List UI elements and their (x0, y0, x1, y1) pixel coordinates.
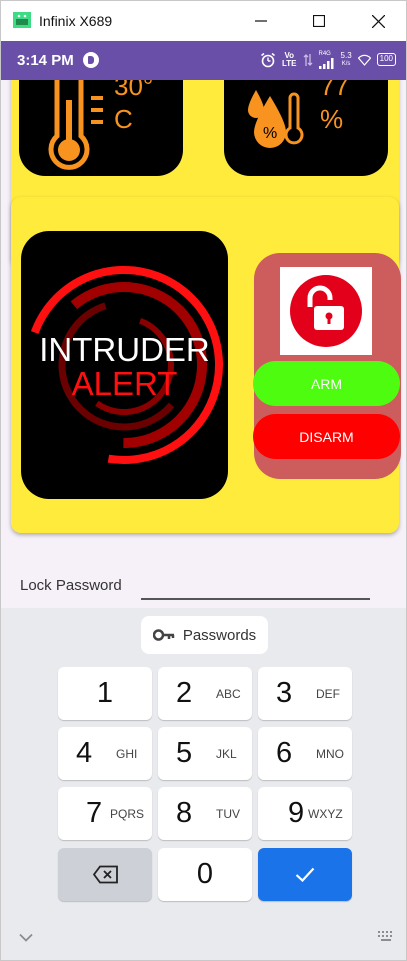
arm-control-panel: ARM DISARM (253, 253, 401, 479)
passwords-chip-label: Passwords (182, 626, 257, 644)
key-1[interactable]: 1 (58, 667, 152, 720)
key-4[interactable]: 4 GHI (58, 727, 152, 780)
key-4-letters: GHI (116, 747, 138, 761)
network-speed-value: 5.3 (340, 50, 352, 60)
window-title: Infinix X689 (39, 13, 113, 29)
key-6-number: 6 (276, 737, 293, 769)
battery-icon: 100 (376, 53, 396, 66)
key-0[interactable]: 0 (158, 848, 252, 901)
key-3[interactable]: 3 DEF (258, 667, 352, 720)
lock-password-input[interactable] (141, 598, 370, 600)
key-8-letters: TUV (216, 807, 240, 821)
alert-card: INTRUDER ALERT ARM DISARM (11, 197, 401, 533)
window-titlebar: Infinix X689 (1, 1, 406, 41)
network-speed-unit: K/s (341, 60, 351, 67)
data-arrows-icon (303, 53, 312, 66)
key-9-letters: WXYZ (308, 807, 343, 821)
alert-title-line1: INTRUDER (39, 331, 210, 368)
key-5[interactable]: 5 JKL (158, 727, 252, 780)
wifi-icon (357, 54, 371, 66)
android-app-icon (13, 12, 31, 28)
key-5-letters: JKL (216, 747, 237, 761)
svg-text:%: % (263, 125, 277, 142)
humidity-icon: % (248, 90, 304, 148)
signal-icon (318, 58, 334, 69)
check-icon (295, 867, 315, 882)
key-2-number: 2 (176, 677, 193, 709)
key-7[interactable]: 7 PQRS (58, 787, 152, 840)
backspace-key[interactable] (58, 848, 152, 901)
disarm-button[interactable]: DISARM (253, 414, 400, 459)
close-icon[interactable] (365, 9, 391, 33)
alert-title-line2: ALERT (71, 365, 178, 402)
key-1-number: 1 (96, 677, 114, 709)
temperature-value: 30° (114, 80, 154, 101)
chevron-down-icon[interactable] (19, 933, 33, 942)
temperature-unit: C (114, 104, 133, 134)
intruder-alert-tile: INTRUDER ALERT (21, 231, 228, 499)
key-2[interactable]: 2 ABC (158, 667, 252, 720)
key-9-number: 9 (288, 797, 305, 829)
status-bar: 3:14 PM Vo LTE R4G 5.3 K/s 100 (1, 41, 406, 80)
passwords-suggestion-chip[interactable]: Passwords (141, 616, 268, 654)
key-4-number: 4 (76, 737, 93, 769)
unlock-icon (290, 275, 362, 347)
lock-status-box (280, 267, 372, 355)
key-8-number: 8 (176, 797, 193, 829)
network-type-label: R4G (318, 51, 331, 57)
humidity-tile: % 77 % (224, 80, 388, 176)
key-6[interactable]: 6 MNO (258, 727, 352, 780)
temperature-tile: 30° C (19, 80, 183, 176)
emulator-window: Infinix X689 3:14 PM Vo LTE R4G 5.3 K/s … (0, 0, 407, 961)
humidity-value: 77 (320, 80, 349, 101)
alarm-icon (261, 52, 275, 67)
numeric-keyboard: Passwords 1 2 ABC 3 DEF 4 GHI 5 JKL 6 MN… (1, 608, 406, 960)
key-9[interactable]: 9 WXYZ (258, 787, 352, 840)
status-icons: Vo LTE R4G 5.3 K/s 100 (260, 50, 396, 69)
humidity-unit: % (320, 104, 344, 134)
minimize-icon[interactable] (248, 9, 274, 33)
key-2-letters: ABC (216, 687, 241, 701)
lte-label: LTE (282, 58, 297, 68)
key-7-letters: PQRS (110, 807, 145, 821)
sync-icon (83, 52, 99, 68)
key-5-number: 5 (176, 737, 193, 769)
key-3-letters: DEF (316, 687, 340, 701)
key-7-number: 7 (86, 797, 103, 829)
thermometer-icon (48, 80, 103, 170)
key-3-number: 3 (276, 677, 293, 709)
keyboard-icon[interactable] (377, 930, 395, 942)
enter-key[interactable] (258, 848, 352, 901)
key-icon (152, 629, 175, 641)
status-time: 3:14 PM (17, 52, 74, 69)
app-content: 30° C % 77 % INTRUDER ALERT ARM DISARM L… (1, 80, 406, 608)
lock-password-label: Lock Password (20, 577, 122, 594)
maximize-icon[interactable] (306, 9, 332, 33)
arm-button[interactable]: ARM (253, 361, 400, 406)
key-6-letters: MNO (316, 747, 344, 761)
key-0-number: 0 (196, 858, 214, 890)
backspace-icon (93, 865, 118, 884)
key-8[interactable]: 8 TUV (158, 787, 252, 840)
